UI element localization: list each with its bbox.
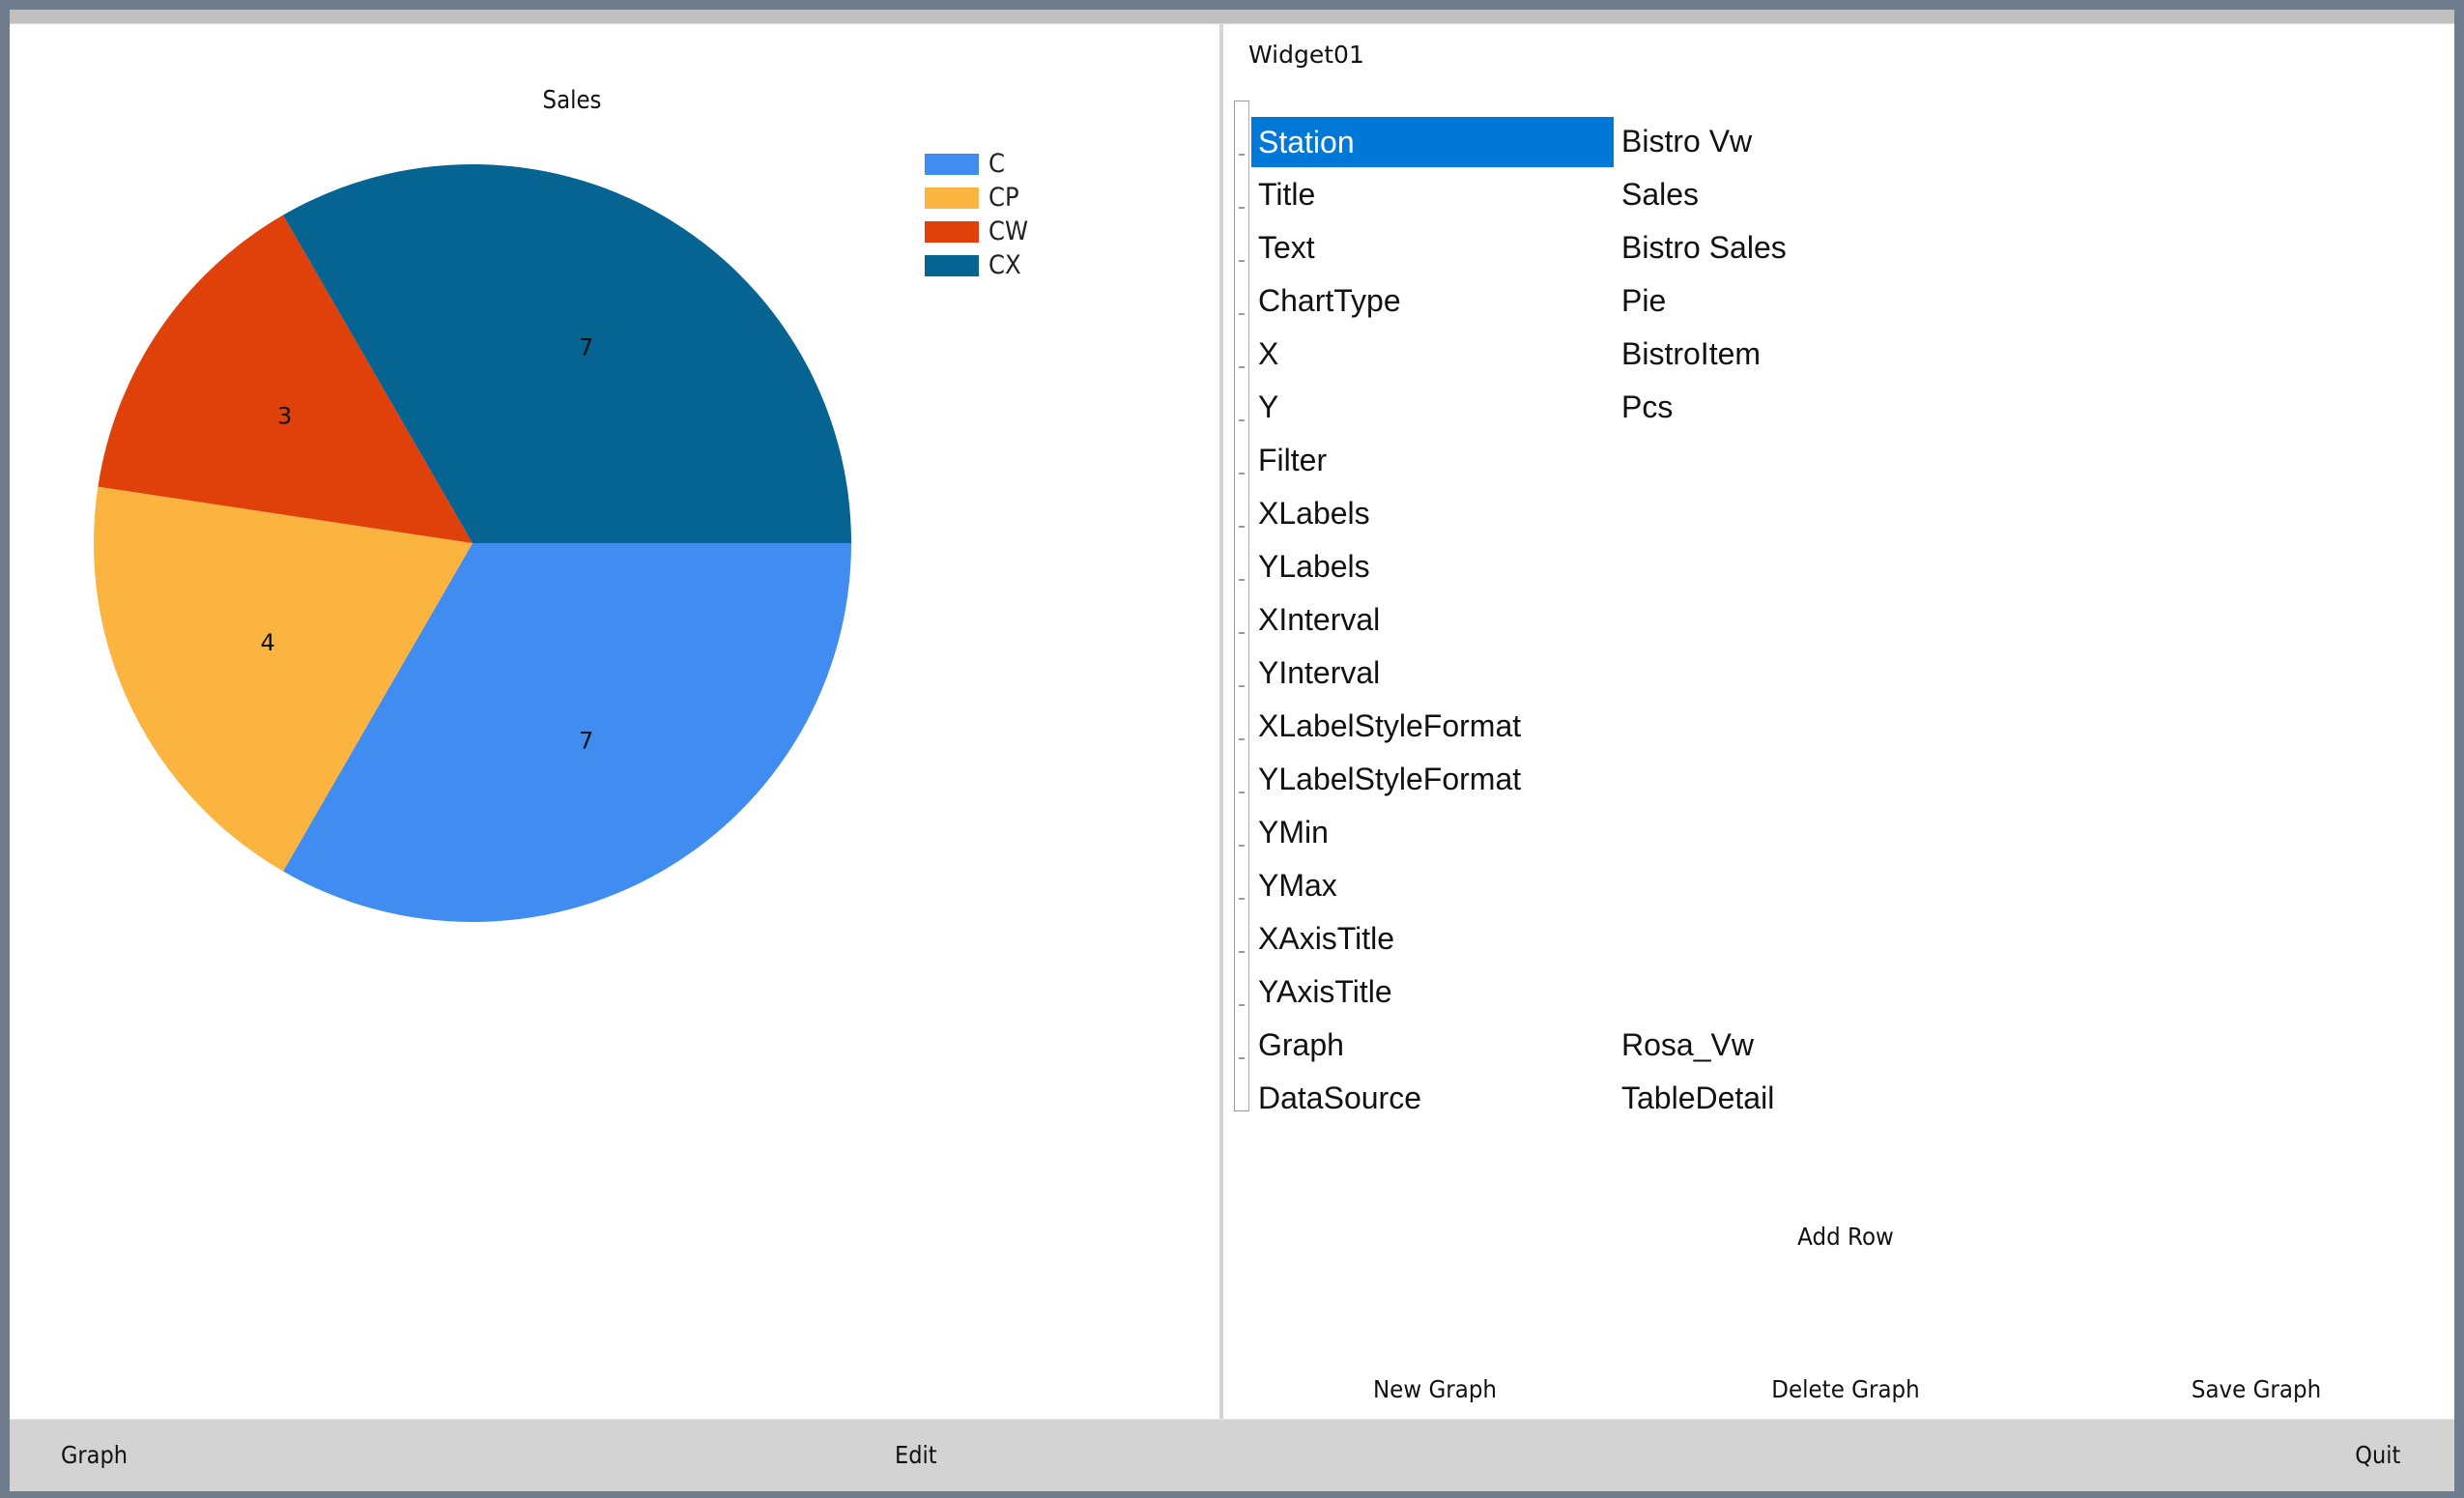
slice-data-label: 7: [579, 728, 593, 755]
property-name[interactable]: XLabels: [1251, 488, 1614, 538]
delete-graph-button[interactable]: Delete Graph: [1712, 1375, 1979, 1403]
property-name[interactable]: X: [1251, 329, 1614, 379]
property-value[interactable]: BistroItem: [1621, 329, 1761, 379]
property-name[interactable]: Y: [1251, 382, 1614, 432]
grid-row-ymin[interactable]: YMin: [1251, 807, 2314, 860]
grid-row-yaxistitle[interactable]: YAxisTitle: [1251, 966, 2314, 1020]
grid-row-x[interactable]: X BistroItem: [1251, 329, 2314, 382]
graph-menu-button[interactable]: Graph: [61, 1441, 128, 1469]
row-divider-tick: [1239, 898, 1245, 900]
grid-row-yinterval[interactable]: YInterval: [1251, 648, 2314, 701]
row-divider-tick: [1239, 1057, 1245, 1059]
grid-row-filter[interactable]: Filter: [1251, 435, 2314, 488]
legend-label: CP: [988, 183, 1019, 213]
grid-row-datasource[interactable]: DataSource TableDetail: [1251, 1073, 2314, 1126]
legend-item-cp: CP: [925, 183, 1060, 213]
row-divider-tick: [1239, 685, 1245, 687]
property-value[interactable]: Bistro Vw: [1621, 116, 1752, 166]
row-divider-tick: [1239, 526, 1245, 528]
add-row-button[interactable]: Add Row: [1712, 1223, 1979, 1251]
property-name[interactable]: YLabelStyleFormat: [1251, 754, 1614, 804]
grid-row-title[interactable]: Title Sales: [1251, 169, 2314, 222]
property-name[interactable]: Title: [1251, 169, 1614, 219]
property-name[interactable]: ChartType: [1251, 275, 1614, 326]
slice-data-label: 3: [277, 403, 292, 430]
quit-button[interactable]: Quit: [2355, 1441, 2400, 1469]
property-name[interactable]: YAxisTitle: [1251, 966, 1614, 1017]
edit-menu-button[interactable]: Edit: [895, 1441, 937, 1469]
row-divider-tick: [1239, 792, 1245, 793]
row-divider-tick: [1239, 579, 1245, 581]
grid-row-xlabels[interactable]: XLabels: [1251, 488, 2314, 541]
grid-row-xinterval[interactable]: XInterval: [1251, 594, 2314, 648]
property-name[interactable]: XLabelStyleFormat: [1251, 701, 1614, 751]
grid-row-charttype[interactable]: ChartType Pie: [1251, 275, 2314, 329]
property-name[interactable]: Graph: [1251, 1020, 1614, 1070]
grid-row-y[interactable]: Y Pcs: [1251, 382, 2314, 435]
row-divider-tick: [1239, 1004, 1245, 1006]
legend-label: C: [988, 149, 1005, 179]
slice-data-label: 4: [260, 629, 274, 656]
property-value[interactable]: Pie: [1621, 275, 1666, 326]
property-value[interactable]: Rosa_Vw: [1621, 1020, 1754, 1070]
property-name[interactable]: Text: [1251, 222, 1614, 273]
property-name[interactable]: YMax: [1251, 860, 1614, 910]
row-divider-tick: [1239, 845, 1245, 847]
grid-row-graph[interactable]: Graph Rosa_Vw: [1251, 1020, 2314, 1073]
grid-row-xaxistitle[interactable]: XAxisTitle: [1251, 913, 2314, 966]
grid-row-xlabelstyleformat[interactable]: XLabelStyleFormat: [1251, 701, 2314, 754]
property-name[interactable]: YLabels: [1251, 541, 1614, 591]
chart-panel: Sales 7437 C CP CW CX: [10, 24, 1219, 1419]
legend-swatch: [925, 154, 979, 175]
property-name[interactable]: DataSource: [1251, 1073, 1614, 1123]
row-divider-tick: [1239, 473, 1245, 475]
property-value[interactable]: Pcs: [1621, 382, 1673, 432]
row-divider-tick: [1239, 207, 1245, 209]
title-strip: [10, 10, 2454, 24]
slice-data-label: 7: [579, 333, 593, 360]
row-header-gutter[interactable]: [1234, 101, 1249, 1111]
property-value[interactable]: Bistro Sales: [1621, 222, 1787, 273]
property-name[interactable]: YInterval: [1251, 648, 1614, 698]
row-divider-tick: [1239, 313, 1245, 315]
property-name[interactable]: XInterval: [1251, 594, 1614, 645]
grid-row-text[interactable]: Text Bistro Sales: [1251, 222, 2314, 275]
legend-swatch: [925, 255, 979, 276]
row-divider-tick: [1239, 738, 1245, 740]
legend-swatch: [925, 221, 979, 243]
legend-label: CX: [988, 250, 1021, 280]
bottom-menu-bar: Graph Edit Quit: [10, 1419, 2454, 1491]
legend-item-cx: CX: [925, 250, 1060, 280]
row-divider-tick: [1239, 419, 1245, 421]
new-graph-button[interactable]: New Graph: [1302, 1375, 1568, 1403]
properties-panel: Widget01 Station Bistro Vw Title Sales Text B…: [1223, 24, 2454, 1419]
row-divider-tick: [1239, 951, 1245, 953]
row-divider-tick: [1239, 154, 1245, 156]
row-divider-tick: [1239, 260, 1245, 262]
grid-row-ymax[interactable]: YMax: [1251, 860, 2314, 913]
grid-row-station[interactable]: Station Bistro Vw: [1251, 116, 2314, 169]
app-window: Sales 7 4 3 7 C CP CW CX Widget01 Station B…: [10, 10, 2454, 1491]
grid-row-ylabels[interactable]: YLabels: [1251, 541, 2314, 594]
property-value[interactable]: TableDetail: [1621, 1073, 1774, 1123]
legend-item-c: C: [925, 149, 1060, 179]
property-name[interactable]: Filter: [1251, 435, 1614, 485]
property-name[interactable]: Station: [1251, 117, 1614, 167]
property-name[interactable]: YMin: [1251, 807, 1614, 857]
property-value[interactable]: Sales: [1621, 169, 1699, 219]
property-name[interactable]: XAxisTitle: [1251, 913, 1614, 964]
grid-row-ylabelstyleformat[interactable]: YLabelStyleFormat: [1251, 754, 2314, 807]
legend-item-cw: CW: [925, 216, 1060, 246]
row-divider-tick: [1239, 366, 1245, 368]
widget-name-label: Widget01: [1248, 41, 1364, 69]
row-divider-tick: [1239, 632, 1245, 634]
legend-swatch: [925, 187, 979, 209]
save-graph-button[interactable]: Save Graph: [2123, 1375, 2390, 1403]
legend-label: CW: [988, 216, 1029, 246]
